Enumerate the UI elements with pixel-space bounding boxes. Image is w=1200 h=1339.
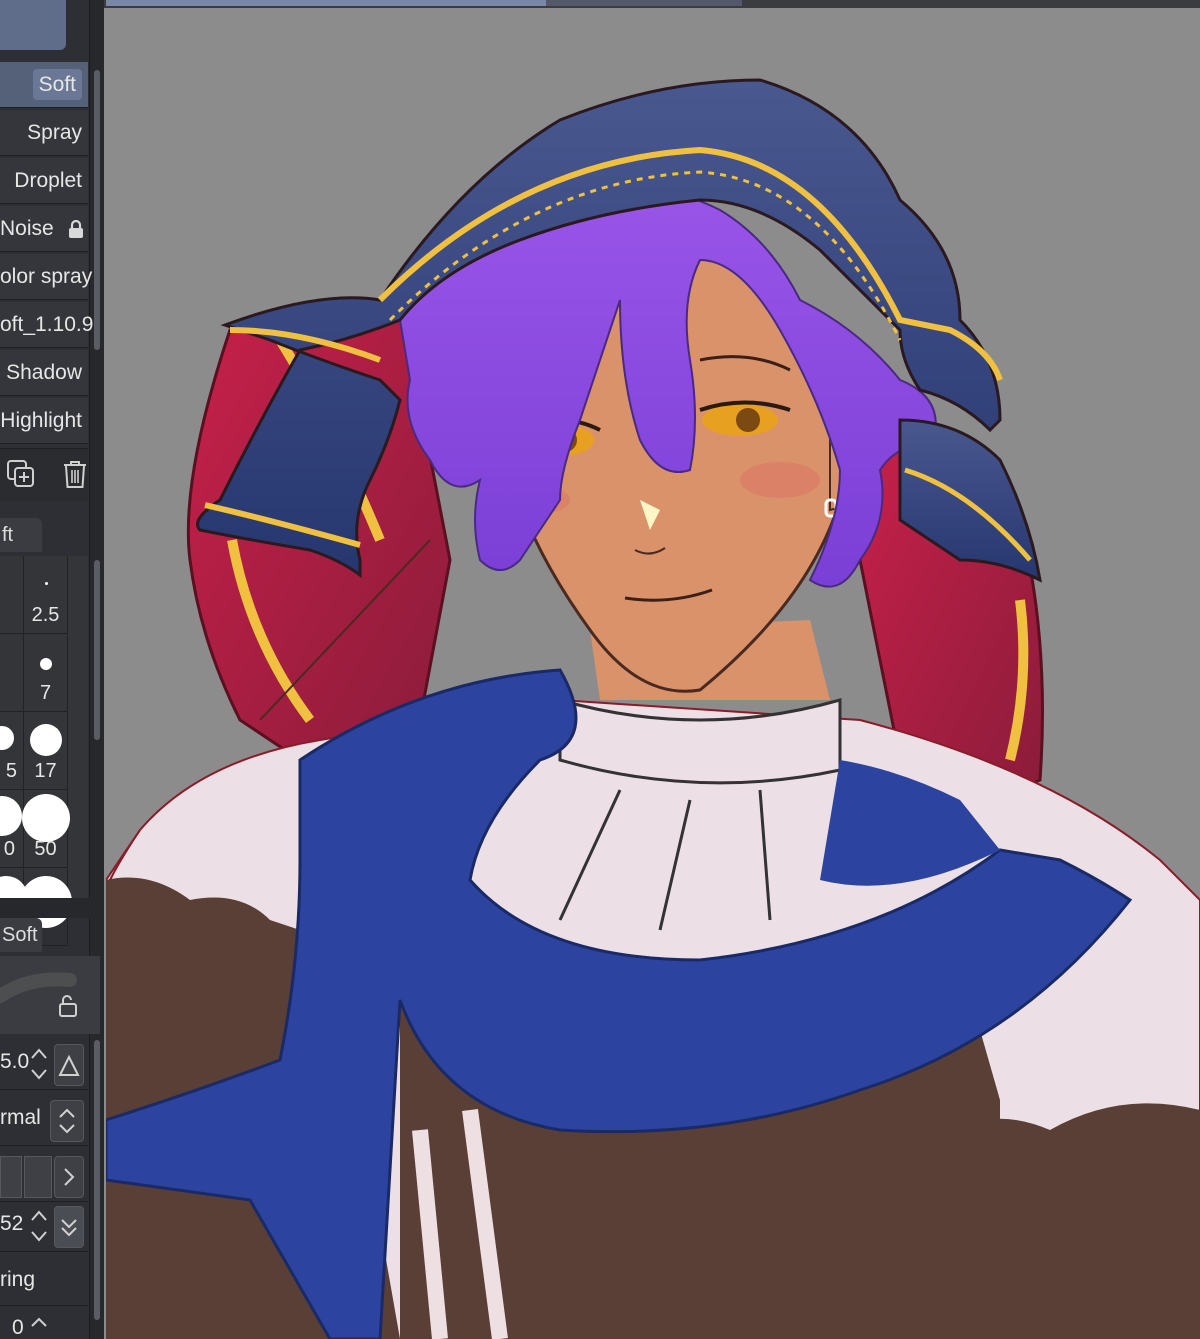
- section-label: ring: [0, 1268, 36, 1291]
- tab-label: ft: [2, 524, 14, 546]
- sub-tool-label: oft_1.10.9: [0, 313, 94, 336]
- brush-size-value: 5.0: [0, 1050, 30, 1073]
- sub-tool-item-noise[interactable]: Noise: [0, 206, 88, 252]
- brush-size-label: 17: [34, 760, 57, 782]
- brush-stroke-preview: [0, 956, 100, 1034]
- brush-size-cell[interactable]: 2.5: [24, 556, 68, 634]
- triangle-icon: [58, 1054, 80, 1076]
- section-header: ring: [0, 1256, 88, 1306]
- duplicate-icon[interactable]: [6, 459, 36, 489]
- opacity-property[interactable]: 52: [0, 1200, 88, 1252]
- sub-tool-label: Highlight: [0, 409, 82, 432]
- trash-icon[interactable]: [62, 459, 88, 489]
- blend-mode-value: rmal: [0, 1106, 41, 1129]
- texture-slot[interactable]: [0, 1156, 22, 1198]
- sub-tool-label: Spray: [27, 121, 82, 144]
- blend-mode-dropdown[interactable]: [50, 1100, 84, 1142]
- sub-tool-scrollbar[interactable]: [94, 70, 100, 350]
- tool-property-tab[interactable]: Soft: [0, 918, 42, 952]
- brush-preview-dot: [30, 724, 62, 756]
- sub-tool-item-droplet[interactable]: Droplet: [0, 158, 88, 204]
- brush-preview-dot: [22, 794, 70, 842]
- canvas-tab-strip: [104, 0, 1200, 8]
- sub-tool-label: Noise: [0, 217, 54, 240]
- sub-tool-item-spray[interactable]: Spray: [0, 110, 88, 156]
- brush-size-label: 7: [39, 682, 52, 704]
- brush-preview-dot: [45, 582, 48, 585]
- chevron-up-icon[interactable]: [30, 1316, 48, 1330]
- bottom-value: 0: [12, 1316, 24, 1339]
- chevron-updown-icon: [59, 1108, 75, 1134]
- brush-size-property[interactable]: 5.0: [0, 1038, 88, 1090]
- brush-size-cell[interactable]: 5: [0, 712, 24, 790]
- brush-size-label: 5: [5, 760, 17, 782]
- sub-tool-label: Shadow: [6, 361, 82, 384]
- brush-size-cell[interactable]: 7: [24, 634, 68, 712]
- sub-tool-item-highlight[interactable]: Highlight: [0, 398, 88, 444]
- panel-scroll-rail[interactable]: [89, 0, 104, 1339]
- double-check-icon: [61, 1219, 77, 1237]
- sub-tool-label: Droplet: [14, 169, 82, 192]
- sub-tool-label: Soft: [32, 69, 82, 100]
- brush-size-label: 50: [34, 838, 57, 860]
- brush-size-cell[interactable]: 50: [22, 790, 70, 868]
- opacity-value: 52: [0, 1212, 24, 1235]
- brush-size-label: 0: [3, 838, 15, 860]
- blend-mode-property[interactable]: rmal: [0, 1094, 88, 1146]
- lock-icon: [68, 220, 83, 239]
- brush-size-scrollbar[interactable]: [94, 560, 100, 740]
- tab-label: Soft: [2, 924, 38, 946]
- stepper-icon[interactable]: [30, 1206, 48, 1246]
- sub-tool-item-color-spray[interactable]: olor spray: [0, 254, 92, 300]
- chevron-right-icon: [64, 1168, 75, 1186]
- pressure-button[interactable]: [54, 1044, 84, 1086]
- tool-property-scrollbar[interactable]: [94, 1040, 100, 1320]
- brush-size-label: 2.5: [31, 604, 60, 626]
- brush-preview-dot: [0, 796, 22, 836]
- sub-tool-panel: Soft Spray Droplet Noise olor spray oft_…: [0, 0, 104, 1339]
- bottom-property[interactable]: 0: [0, 1306, 88, 1339]
- panel-divider: [0, 898, 104, 918]
- texture-property[interactable]: [0, 1150, 88, 1202]
- brush-size-cell[interactable]: [0, 556, 24, 634]
- sub-tool-item-soft-1109[interactable]: oft_1.10.9: [0, 302, 93, 348]
- canvas-tab[interactable]: [546, 0, 742, 6]
- sub-tool-label: olor spray: [0, 265, 93, 288]
- brush-size-cell[interactable]: [0, 634, 24, 712]
- sub-tool-item-soft[interactable]: Soft: [0, 62, 88, 108]
- color-swatch[interactable]: [0, 0, 66, 50]
- brush-preview-dot: [0, 726, 14, 750]
- drawing-canvas[interactable]: [106, 8, 1200, 1339]
- canvas-tab-active[interactable]: [106, 0, 546, 6]
- unlock-icon[interactable]: [58, 994, 80, 1018]
- texture-slot[interactable]: [24, 1156, 52, 1198]
- brown-sleeve-right: [930, 1103, 1200, 1339]
- brush-preview-dot: [40, 658, 52, 670]
- sub-tool-item-shadow[interactable]: Shadow: [0, 350, 88, 396]
- brush-size-cell[interactable]: 17: [24, 712, 68, 790]
- sub-tool-toolbar: [0, 448, 88, 501]
- chevron-right-button[interactable]: [54, 1156, 84, 1198]
- brush-size-grid: 2.5 7 5 17 0 50: [0, 556, 88, 946]
- opacity-pressure-button[interactable]: [54, 1206, 84, 1248]
- stepper-icon[interactable]: [30, 1044, 48, 1084]
- brush-size-cell[interactable]: 0: [0, 790, 24, 868]
- brush-size-tab[interactable]: ft: [0, 518, 42, 552]
